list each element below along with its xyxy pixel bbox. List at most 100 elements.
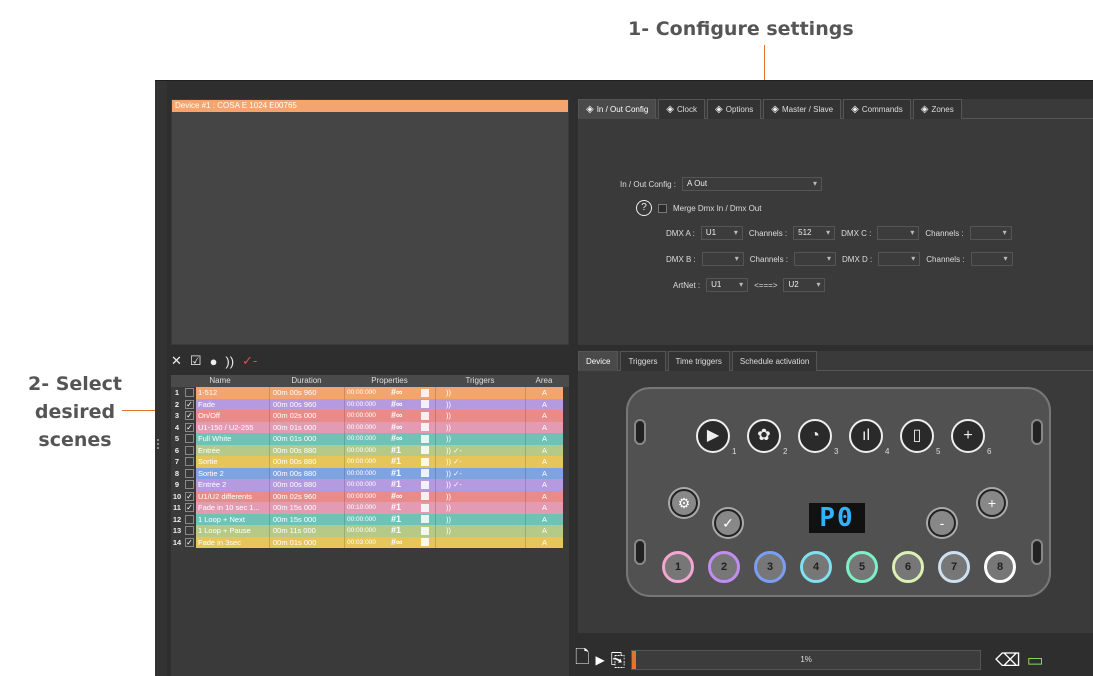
row-checkbox[interactable] xyxy=(185,434,194,444)
scene-button[interactable]: 2 xyxy=(708,551,740,583)
col-header-duration[interactable]: Duration xyxy=(269,375,344,387)
row-checkbox[interactable] xyxy=(185,468,194,478)
scene-property-cell xyxy=(421,490,435,502)
scene-button[interactable]: 5 xyxy=(846,551,878,583)
scene-area: A xyxy=(525,490,563,502)
channels-d-select[interactable] xyxy=(970,252,1013,266)
row-checkbox[interactable]: ✓ xyxy=(185,491,194,501)
table-row[interactable]: 3 ✓ On/Off 00m 02s 000 00:00:000 #∞)) A xyxy=(171,410,569,422)
scene-button[interactable]: 1 xyxy=(662,551,694,583)
table-row[interactable]: 4 ✓ U1-150 / U2-255 00m 01s 000 00:00:000 #∞)… xyxy=(171,421,569,433)
play-icon[interactable]: ▶ xyxy=(595,653,604,667)
row-checkbox-cell: ✓ xyxy=(183,536,196,548)
scene-button[interactable]: 7 xyxy=(938,551,970,583)
dmx-d-label: DMX D : xyxy=(842,254,873,264)
laptop-icon[interactable]: ▭ xyxy=(1027,650,1044,671)
scene-area: A xyxy=(525,536,563,548)
scene-button[interactable]: 3 xyxy=(754,551,786,583)
row-checkbox-cell xyxy=(183,479,196,491)
scene-button[interactable]: 4 xyxy=(800,551,832,583)
table-row[interactable]: 6 Entrée 00m 00s 880 00:00:000 #1)) ✓- A xyxy=(171,444,569,456)
scene-triggers: )) xyxy=(435,490,525,502)
row-checkbox[interactable]: ✓ xyxy=(185,411,194,421)
device-list-item[interactable]: Device #1 : COSA E 1024 E00765 xyxy=(172,100,568,112)
scene-button[interactable]: 6 xyxy=(892,551,924,583)
channels-b-select[interactable] xyxy=(794,252,837,266)
row-checkbox[interactable] xyxy=(185,526,194,536)
device-function-button[interactable]: ıl xyxy=(849,419,883,453)
scene-property-cell xyxy=(421,433,435,445)
device-function-button[interactable]: ◔ xyxy=(798,419,832,453)
table-row[interactable]: 13 1 Loop + Pause 00m 11s 000 00:00:000 #1))… xyxy=(171,525,569,537)
scene-button[interactable]: 8 xyxy=(984,551,1016,583)
table-row[interactable]: 10 ✓ U1/U2 differents 00m 02s 960 00:00:000 #… xyxy=(171,490,569,502)
select-value: U1 xyxy=(711,280,722,289)
device-function-button[interactable]: + xyxy=(951,419,985,453)
dmx-c-select[interactable] xyxy=(877,226,920,240)
splitter-grip[interactable] xyxy=(157,439,159,449)
col-header-properties[interactable]: Properties xyxy=(344,375,435,387)
scene-name: 1-512 xyxy=(196,387,269,399)
tab-device[interactable]: Device xyxy=(578,351,619,371)
table-row[interactable]: 9 Entrée 2 00m 00s 880 00:00:000 #1)) ✓- A xyxy=(171,479,569,491)
close-icon[interactable]: ✕ xyxy=(171,353,182,369)
help-icon[interactable]: ? xyxy=(636,200,652,216)
scene-fade-time: 00:00:000 xyxy=(344,525,391,537)
new-file-icon[interactable]: 🗋 xyxy=(575,645,589,675)
select-all-icon[interactable]: ☑ xyxy=(190,353,202,369)
row-checkbox[interactable]: ✓ xyxy=(185,503,194,513)
dmx-d-select[interactable] xyxy=(878,252,921,266)
dmx-a-select[interactable]: U1 xyxy=(700,226,743,240)
table-row[interactable]: 5 Full White 00m 01s 000 00:00:000 #∞)) A xyxy=(171,433,569,445)
row-checkbox[interactable] xyxy=(185,480,194,490)
minus-button[interactable]: - xyxy=(928,509,956,537)
table-row[interactable]: 8 Sortie 2 00m 00s 880 00:00:000 #1)) ✓- A xyxy=(171,467,569,479)
channels-c-select[interactable] xyxy=(969,226,1012,240)
in-out-config-select[interactable]: A Out xyxy=(682,177,823,191)
settings-button[interactable]: ⚙ xyxy=(670,489,698,517)
tab-master-slave[interactable]: ◈ Master / Slave xyxy=(763,99,842,119)
tab-time-triggers[interactable]: Time triggers xyxy=(667,351,730,371)
tab-clock[interactable]: ◈ Clock xyxy=(658,99,706,119)
merge-checkbox[interactable] xyxy=(658,203,667,213)
signal-icon[interactable]: )) xyxy=(225,354,234,369)
tab-in-out-config[interactable]: ◈ In / Out Config xyxy=(578,99,657,119)
row-checkbox[interactable]: ✓ xyxy=(185,422,194,432)
table-row[interactable]: 1 1-512 00m 00s 960 00:00:000 #∞)) A xyxy=(171,387,569,399)
tab-zones[interactable]: ◈ Zones xyxy=(912,99,962,119)
col-header-triggers[interactable]: Triggers xyxy=(435,375,525,387)
tab-commands[interactable]: ◈ Commands xyxy=(843,99,911,119)
row-checkbox[interactable]: ✓ xyxy=(185,537,194,547)
device-function-button[interactable]: ▯ xyxy=(900,419,934,453)
table-row[interactable]: 2 ✓ Fade 00m 00s 960 00:00:000 #∞)) A xyxy=(171,398,569,410)
dmx-b-select[interactable] xyxy=(701,252,744,266)
row-checkbox[interactable] xyxy=(185,388,194,398)
tab-options[interactable]: ◈ Options xyxy=(707,99,762,119)
confirm-button[interactable]: ✓ xyxy=(714,509,742,537)
col-header-name[interactable]: Name xyxy=(171,375,269,387)
table-row[interactable]: 12 1 Loop + Next 00m 15s 000 00:00:000 #1)) A xyxy=(171,513,569,525)
row-checkbox[interactable] xyxy=(185,514,194,524)
artnet-select-1[interactable]: U1 xyxy=(706,278,749,292)
plus-button[interactable]: + xyxy=(978,489,1006,517)
table-row[interactable]: 7 Sortie 00m 00s 880 00:00:000 #1)) ✓- A xyxy=(171,456,569,468)
checkmark-icon[interactable]: ✓- xyxy=(242,353,257,369)
artnet-select-2[interactable]: U2 xyxy=(783,278,826,292)
table-row[interactable]: 14 ✓ Fade in 3sec 00m 01s 000 00:03:000 #∞ A xyxy=(171,536,569,548)
tab-triggers[interactable]: Triggers xyxy=(620,351,666,371)
device-function-button[interactable]: ▶ xyxy=(696,419,730,453)
scene-property-icon xyxy=(421,469,429,478)
eraser-icon[interactable]: ⌫ xyxy=(995,650,1020,671)
row-checkbox[interactable]: ✓ xyxy=(185,399,194,409)
col-header-area[interactable]: Area xyxy=(525,375,563,387)
device-tabs-panel: Device Triggers Time triggers Schedule acti… xyxy=(578,351,1093,633)
scene-name: Full White xyxy=(196,433,269,445)
row-checkbox[interactable] xyxy=(185,457,194,467)
tab-schedule-activation[interactable]: Schedule activation xyxy=(731,351,818,371)
channels-a-select[interactable]: 512 xyxy=(793,226,836,240)
device-function-button[interactable]: ✿ xyxy=(747,419,781,453)
record-icon[interactable]: ● xyxy=(210,354,218,369)
send-to-device-icon[interactable]: ⎘ xyxy=(611,650,625,671)
table-row[interactable]: 11 ✓ Fade in 10 sec 1... 00m 15s 000 00:10:0… xyxy=(171,502,569,514)
row-checkbox[interactable] xyxy=(185,445,194,455)
